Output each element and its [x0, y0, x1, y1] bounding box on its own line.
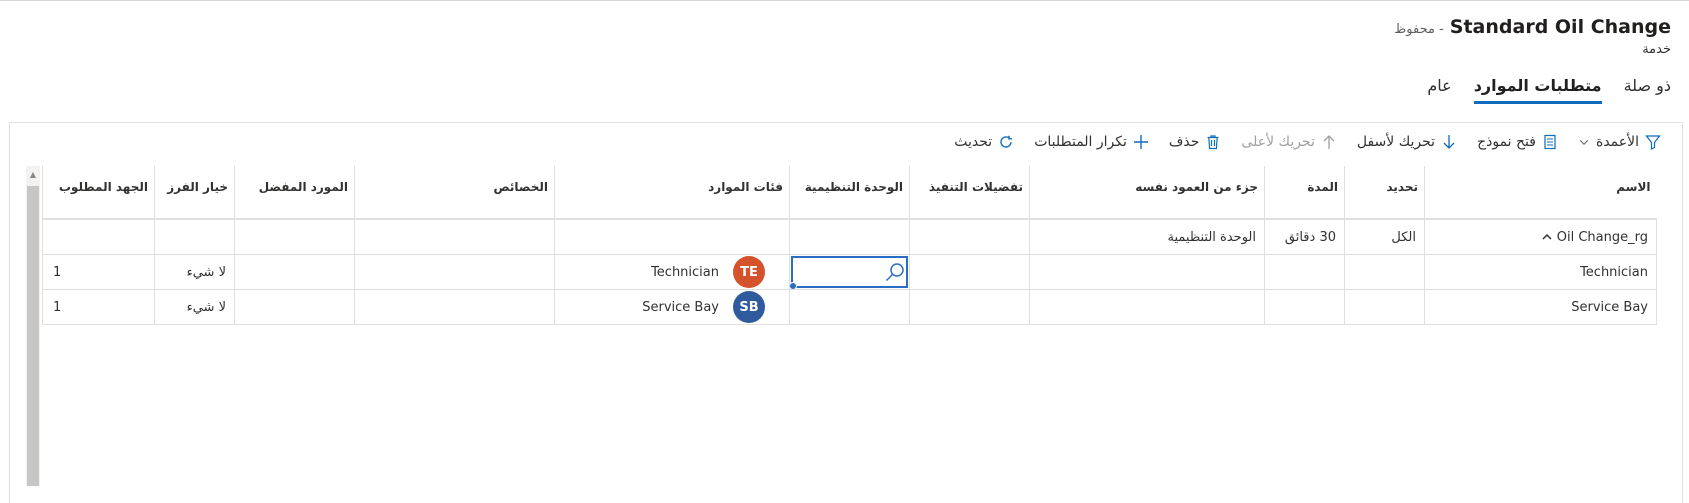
- delete-button[interactable]: حذف: [1169, 134, 1222, 150]
- column-header-effort-required[interactable]: الجهد المطلوب: [42, 166, 155, 220]
- columns-filter-button[interactable]: الأعمدة: [1578, 134, 1661, 150]
- cell-execution-preferences[interactable]: [909, 289, 1030, 325]
- cell-resource-category[interactable]: [554, 218, 790, 255]
- cell-preferred-resource[interactable]: [234, 254, 355, 290]
- refresh-label: تحديث: [954, 134, 993, 150]
- entity-name: خدمة: [1642, 42, 1671, 57]
- move-up-label: تحريك لأعلى: [1241, 134, 1315, 150]
- filter-icon: [1645, 135, 1661, 150]
- org-unit-lookup-input[interactable]: [790, 256, 908, 289]
- table-row[interactable]: Technician TE Technician لا شيء 1: [42, 254, 1657, 290]
- open-form-button[interactable]: فتح نموذج: [1477, 134, 1558, 150]
- column-header-org-unit[interactable]: الوحدة التنظيمية: [789, 166, 910, 220]
- cell-duration[interactable]: [1264, 254, 1345, 290]
- cell-preferred-resource[interactable]: [234, 218, 355, 255]
- scroll-thumb[interactable]: [27, 186, 39, 486]
- arrow-up-icon: [1323, 135, 1335, 149]
- move-up-button[interactable]: تحريك لأعلى: [1241, 134, 1336, 150]
- form-icon: [1544, 134, 1556, 150]
- arrow-down-icon: [1443, 135, 1455, 149]
- save-status: - محفوظ: [1394, 22, 1444, 37]
- column-header-resource-categories[interactable]: فئات الموارد: [554, 166, 790, 220]
- avatar: SB: [733, 291, 765, 323]
- table-row[interactable]: Oil Change_rg الكل 30 دقائق الوحدة التنظ…: [42, 218, 1657, 255]
- column-header-name[interactable]: الاسم: [1424, 166, 1657, 220]
- cell-name[interactable]: Service Bay: [1424, 289, 1657, 325]
- cell-resource-category[interactable]: TE Technician: [554, 254, 790, 290]
- move-down-label: تحريك لأسفل: [1356, 134, 1436, 150]
- cell-duration[interactable]: [1264, 289, 1345, 325]
- command-bar: تحديث تكرار المتطلبات حذف تحريك لأعلى تح…: [954, 134, 1661, 150]
- cell-execution-preferences[interactable]: [909, 218, 1030, 255]
- tab-resource-requirements[interactable]: متطلبات الموارد: [1473, 76, 1602, 104]
- column-header-select[interactable]: تحديد: [1344, 166, 1425, 220]
- column-header-characteristics[interactable]: الخصائص: [354, 166, 555, 220]
- cell-execution-preferences[interactable]: [909, 254, 1030, 290]
- cell-select[interactable]: الكل: [1344, 218, 1425, 255]
- cell-sort-option[interactable]: [154, 218, 235, 255]
- avatar: TE: [733, 256, 765, 288]
- record-title: Standard Oil Change: [1449, 16, 1671, 38]
- collapse-chevron-icon[interactable]: [1541, 231, 1553, 243]
- tab-related[interactable]: ذو صلة: [1624, 76, 1671, 104]
- cell-select[interactable]: [1344, 254, 1425, 290]
- cell-effort[interactable]: 1: [42, 254, 155, 290]
- column-header-sort-option[interactable]: خيار الفرز: [154, 166, 235, 220]
- cell-org-unit[interactable]: [789, 218, 910, 255]
- delete-label: حذف: [1168, 134, 1200, 150]
- trash-icon: [1207, 135, 1219, 150]
- plus-icon: [1133, 135, 1148, 149]
- category-label[interactable]: Technician: [651, 265, 719, 280]
- column-header-same-column[interactable]: جزء من العمود نفسه: [1029, 166, 1265, 220]
- cell-preferred-resource[interactable]: [234, 289, 355, 325]
- cell-sort-option[interactable]: لا شيء: [154, 289, 235, 325]
- cell-org-unit[interactable]: [789, 254, 910, 290]
- category-label[interactable]: Service Bay: [642, 300, 719, 315]
- column-header-preferred-resource[interactable]: المورد المفضل: [234, 166, 355, 220]
- cell-duration[interactable]: 30 دقائق: [1264, 218, 1345, 255]
- top-divider: [0, 0, 1689, 1]
- cell-same-column[interactable]: [1029, 289, 1265, 325]
- duplicate-requirements-button[interactable]: تكرار المتطلبات: [1034, 134, 1149, 150]
- grid-header-row: الاسم تحديد المدة جزء من العمود نفسه تفض…: [42, 166, 1657, 220]
- column-header-duration[interactable]: المدة: [1264, 166, 1345, 220]
- cell-org-unit[interactable]: [789, 289, 910, 325]
- cell-characteristics[interactable]: [354, 254, 555, 290]
- refresh-icon: [1000, 135, 1013, 148]
- cell-effort[interactable]: 1: [42, 289, 155, 325]
- cell-select[interactable]: [1344, 289, 1425, 325]
- cell-resource-category[interactable]: SB Service Bay: [554, 289, 790, 325]
- cell-same-column[interactable]: الوحدة التنظيمية: [1029, 218, 1265, 255]
- search-icon[interactable]: [884, 261, 906, 283]
- tab-general[interactable]: عام: [1427, 76, 1451, 104]
- cell-effort[interactable]: [42, 218, 155, 255]
- scroll-up-icon[interactable]: ▲: [26, 166, 40, 182]
- cell-characteristics[interactable]: [354, 289, 555, 325]
- form-header: Standard Oil Change - محفوظ خدمة: [1394, 16, 1671, 57]
- form-tabs: عام متطلبات الموارد ذو صلة: [1427, 76, 1671, 104]
- cell-same-column[interactable]: [1029, 254, 1265, 290]
- chevron-down-icon: [1579, 140, 1589, 145]
- columns-label: الأعمدة: [1595, 134, 1639, 150]
- cell-characteristics[interactable]: [354, 218, 555, 255]
- vertical-scrollbar[interactable]: ▲: [26, 166, 40, 486]
- cell-name[interactable]: Oil Change_rg: [1424, 218, 1657, 255]
- cell-sort-option[interactable]: لا شيء: [154, 254, 235, 290]
- open-form-label: فتح نموذج: [1477, 134, 1536, 150]
- duplicate-label: تكرار المتطلبات: [1034, 134, 1127, 150]
- cell-name[interactable]: Technician: [1424, 254, 1657, 290]
- refresh-button[interactable]: تحديث: [954, 134, 1014, 150]
- resize-handle[interactable]: [790, 282, 797, 289]
- column-header-execution-preferences[interactable]: تفضيلات التنفيذ: [909, 166, 1030, 220]
- move-down-button[interactable]: تحريك لأسفل: [1357, 134, 1457, 150]
- resource-requirements-grid: الاسم تحديد المدة جزء من العمود نفسه تفض…: [42, 166, 1657, 325]
- table-row[interactable]: Service Bay SB Service Bay لا شيء 1: [42, 289, 1657, 325]
